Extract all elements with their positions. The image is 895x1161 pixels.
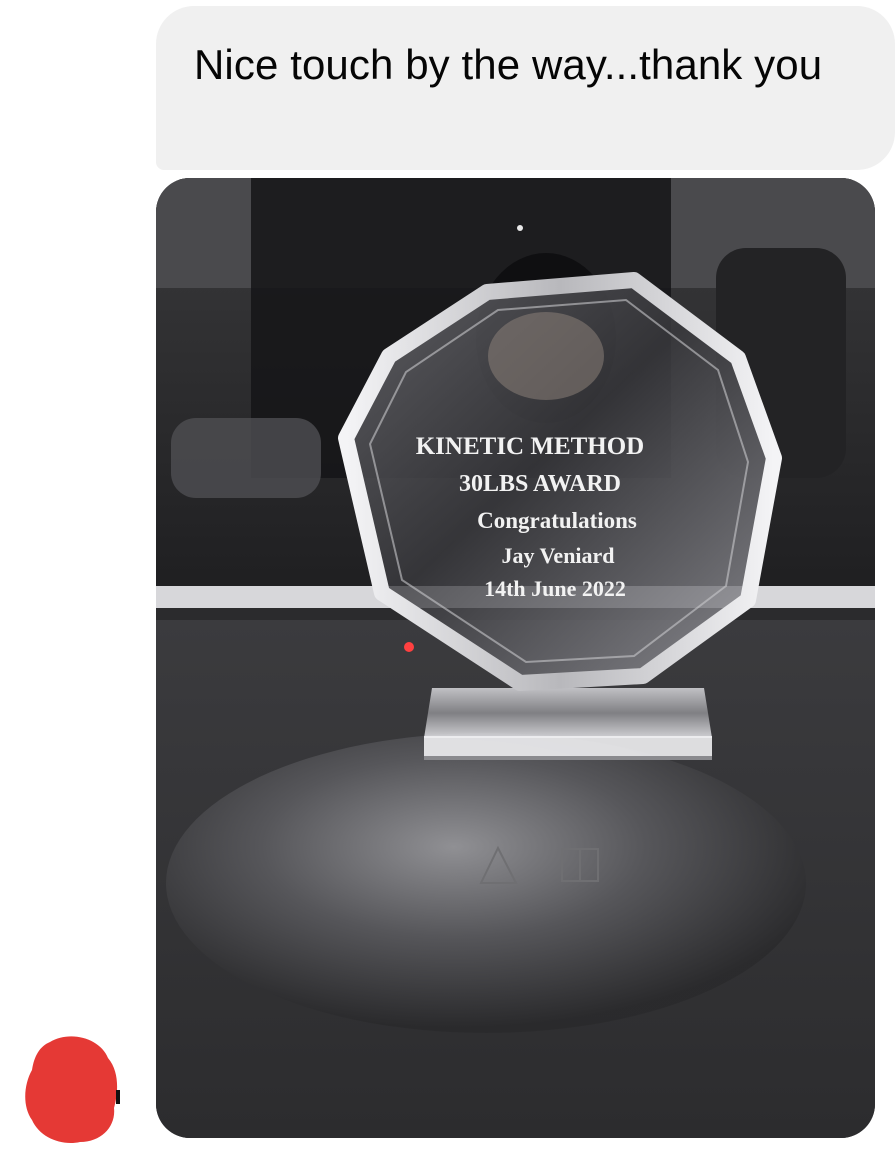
chat-thread: Nice touch by the way...thank you KINETI… bbox=[0, 0, 895, 1161]
trophy-line-3: Congratulations bbox=[477, 508, 637, 533]
trophy-line-2: 30LBS AWARD bbox=[459, 471, 621, 497]
trophy-line-1: KINETIC METHOD bbox=[416, 433, 645, 460]
message-text: Nice touch by the way...thank you bbox=[194, 41, 823, 88]
redacted-avatar-icon[interactable] bbox=[22, 1034, 120, 1144]
trophy-line-4: Jay Veniard bbox=[501, 543, 614, 568]
message-bubble[interactable]: Nice touch by the way...thank you bbox=[156, 6, 895, 170]
trophy-photo: KINETIC METHOD 30LBS AWARD Congratulatio… bbox=[156, 178, 875, 1138]
photo-message[interactable]: KINETIC METHOD 30LBS AWARD Congratulatio… bbox=[156, 178, 875, 1138]
trophy-line-5: 14th June 2022 bbox=[484, 576, 626, 601]
